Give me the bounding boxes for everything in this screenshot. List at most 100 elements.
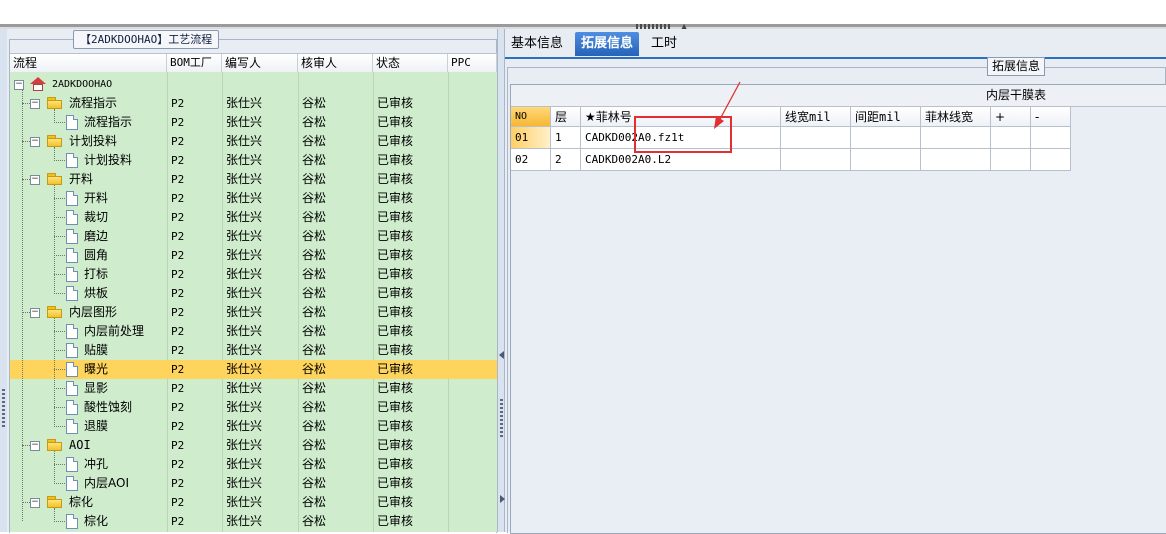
tree-item-row[interactable]: 计划投料 P2 张仕兴 谷松 已审核	[10, 151, 497, 170]
tree-cell-bom: P2	[171, 439, 185, 452]
tree-cell-status: 已审核	[377, 324, 414, 338]
tree-guide-line	[54, 293, 65, 294]
tree-item-row[interactable]: 内层AOI P2 张仕兴 谷松 已审核	[10, 474, 497, 493]
grid-cell-film-line-width[interactable]	[921, 127, 991, 149]
tree-cell-reviewer: 谷松	[302, 191, 327, 205]
tab-work-hours[interactable]: 工时	[645, 32, 683, 56]
grid-cell-line-width[interactable]	[781, 149, 851, 171]
grid-header-plus[interactable]: +	[991, 107, 1031, 127]
collapse-icon[interactable]: −	[30, 308, 40, 318]
collapse-icon[interactable]: −	[30, 441, 40, 451]
tab-extended-info[interactable]: 拓展信息	[575, 32, 640, 56]
tree-guide-line	[54, 109, 55, 123]
grid-cell-line-width[interactable]	[781, 127, 851, 149]
process-flow-panel: 【2ADKDOOHAO】工艺流程 流程 BOM工厂 编写人 核审人 状态 PPC…	[7, 29, 497, 533]
tree-folder-row[interactable]: − 计划投料 P2 张仕兴 谷松 已审核	[10, 132, 497, 151]
tree-folder-row[interactable]: − AOI P2 张仕兴 谷松 已审核	[10, 436, 497, 455]
tree-item-row[interactable]: 烘板 P2 张仕兴 谷松 已审核	[10, 284, 497, 303]
col-header-bom[interactable]: BOM工厂	[167, 54, 222, 72]
tree-item-row[interactable]: 磨边 P2 张仕兴 谷松 已审核	[10, 227, 497, 246]
tree-cell-reviewer: 谷松	[302, 457, 327, 471]
tree-item-row[interactable]: 棕化 P2 张仕兴 谷松 已审核	[10, 512, 497, 531]
tree-cell-status: 已审核	[377, 438, 414, 452]
tab-basic-info[interactable]: 基本信息	[505, 32, 569, 56]
tree-cell-status: 已审核	[377, 343, 414, 357]
tree-cell-writer: 张仕兴	[226, 343, 263, 357]
tree-item-row[interactable]: 圆角 P2 张仕兴 谷松 已审核	[10, 246, 497, 265]
tree-item-row[interactable]: 开料 P2 张仕兴 谷松 已审核	[10, 189, 497, 208]
tree-guide-line	[54, 521, 65, 522]
collapse-icon[interactable]: −	[30, 137, 40, 147]
grid-header-no[interactable]: NO	[511, 107, 551, 127]
tree-folder-row[interactable]: − 内层图形 P2 张仕兴 谷松 已审核	[10, 303, 497, 322]
tree-item-row[interactable]: 贴膜 P2 张仕兴 谷松 已审核	[10, 341, 497, 360]
tree-cell-reviewer: 谷松	[302, 343, 327, 357]
col-header-status[interactable]: 状态	[373, 54, 448, 72]
grid-cell-plus[interactable]	[991, 149, 1031, 171]
col-header-ppc[interactable]: PPC	[448, 54, 497, 72]
tree-folder-row[interactable]: − 流程指示 P2 张仕兴 谷松 已审核	[10, 94, 497, 113]
tree-cell-reviewer: 谷松	[302, 248, 327, 262]
tree-cell-bom: P2	[171, 230, 185, 243]
tree-cell-reviewer: 谷松	[302, 229, 327, 243]
grid-cell-spacing[interactable]	[851, 149, 921, 171]
document-icon	[66, 115, 78, 130]
tree-item-label: 冲孔	[84, 457, 109, 471]
tree-guide-line	[54, 369, 65, 370]
tree-item-row[interactable]: 打标 P2 张仕兴 谷松 已审核	[10, 265, 497, 284]
tree-folder-row[interactable]: − 棕化 P2 张仕兴 谷松 已审核	[10, 493, 497, 512]
grid-header-line-width[interactable]: 线宽mil	[781, 107, 851, 127]
tree-cell-status: 已审核	[377, 362, 414, 376]
tree-item-row[interactable]: 内层前处理 P2 张仕兴 谷松 已审核	[10, 322, 497, 341]
collapse-icon[interactable]: −	[30, 99, 40, 109]
collapse-icon[interactable]: −	[30, 175, 40, 185]
collapse-icon[interactable]: −	[30, 498, 40, 508]
tree-cell-status: 已审核	[377, 153, 414, 167]
grid-header-film-line-width[interactable]: 菲林线宽	[921, 107, 991, 127]
tree-item-label: 流程指示	[84, 115, 133, 129]
grid-cell-no[interactable]: 02	[511, 149, 551, 171]
grid-cell-minus[interactable]	[1031, 127, 1071, 149]
tree-item-label: 计划投料	[69, 134, 118, 148]
grid-cell-layer[interactable]: 1	[551, 127, 581, 149]
tree-item-row[interactable]: 曝光 P2 张仕兴 谷松 已审核	[10, 360, 497, 379]
grid-cell-no[interactable]: 01	[511, 127, 551, 149]
tree-guide-line	[54, 198, 65, 199]
grid-cell-spacing[interactable]	[851, 127, 921, 149]
tree-cell-writer: 张仕兴	[226, 96, 263, 110]
tree-cell-reviewer: 谷松	[302, 305, 327, 319]
tree-item-row[interactable]: 流程指示 P2 张仕兴 谷松 已审核	[10, 113, 497, 132]
tree-item-row[interactable]: 冲孔 P2 张仕兴 谷松 已审核	[10, 455, 497, 474]
tree-item-label: 裁切	[84, 210, 109, 224]
tree-guide-line	[54, 350, 65, 351]
collapse-left-arrow-icon[interactable]	[499, 351, 504, 359]
grid-header-minus[interactable]: -	[1031, 107, 1071, 127]
col-header-writer[interactable]: 编写人	[222, 54, 298, 72]
grid-header-spacing[interactable]: 间距mil	[851, 107, 921, 127]
col-header-flow[interactable]: 流程	[10, 54, 167, 72]
extended-info-title: 拓展信息	[987, 57, 1046, 76]
tree-item-row[interactable]: 酸性蚀刻 P2 张仕兴 谷松 已审核	[10, 398, 497, 417]
tree-item-label: 开料	[69, 172, 94, 186]
tree-item-row[interactable]: 裁切 P2 张仕兴 谷松 已审核	[10, 208, 497, 227]
tree-item-row[interactable]: 显影 P2 张仕兴 谷松 已审核	[10, 379, 497, 398]
tree-cell-writer: 张仕兴	[226, 305, 263, 319]
col-header-reviewer[interactable]: 核审人	[298, 54, 373, 72]
grid-cell-minus[interactable]	[1031, 149, 1071, 171]
panel-splitter[interactable]	[497, 29, 505, 532]
tree-item-row[interactable]: 退膜 P2 张仕兴 谷松 已审核	[10, 417, 497, 436]
tree-guide-line	[22, 89, 23, 521]
tree-root-row[interactable]: −2ADKDOOHAO	[10, 75, 497, 94]
grid-header-layer[interactable]: 层	[551, 107, 581, 127]
folder-icon	[47, 173, 63, 185]
home-icon	[30, 77, 46, 92]
grid-cell-film-line-width[interactable]	[921, 149, 991, 171]
tree-cell-status: 已审核	[377, 191, 414, 205]
tree-cell-writer: 张仕兴	[226, 362, 263, 376]
grid-cell-layer[interactable]: 2	[551, 149, 581, 171]
tree-cell-reviewer: 谷松	[302, 514, 327, 528]
tree-folder-row[interactable]: − 开料 P2 张仕兴 谷松 已审核	[10, 170, 497, 189]
tree-cell-bom: P2	[171, 97, 185, 110]
tree-cell-bom: P2	[171, 477, 185, 490]
grid-cell-plus[interactable]	[991, 127, 1031, 149]
